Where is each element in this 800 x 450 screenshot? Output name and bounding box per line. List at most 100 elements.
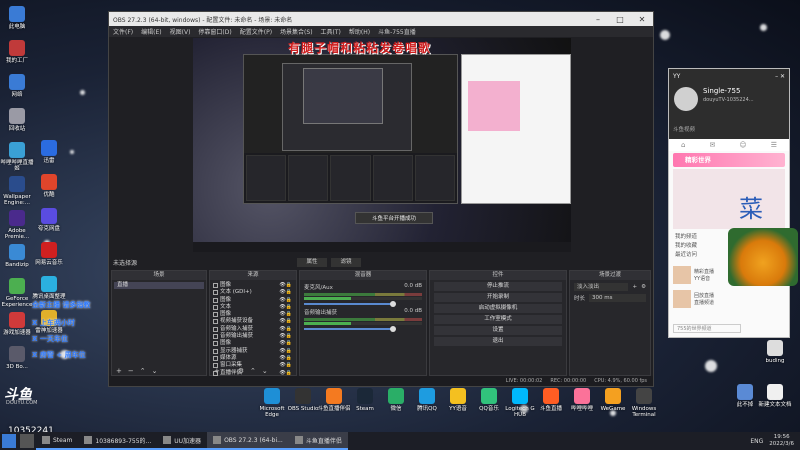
- desktop-icon[interactable]: Bandizip: [0, 244, 34, 268]
- add-icon[interactable]: +: [632, 284, 637, 290]
- down-icon[interactable]: ⌄: [152, 367, 158, 375]
- minimize-icon[interactable]: –: [587, 15, 609, 24]
- visibility-lock-icon[interactable]: 👁🔒: [279, 297, 292, 304]
- gear-icon[interactable]: ⚙: [238, 367, 244, 375]
- desktop-icon[interactable]: 斗鱼直播伴侣: [317, 388, 351, 412]
- desktop-icon[interactable]: 网易云音乐: [32, 242, 66, 266]
- volume-slider[interactable]: [304, 301, 395, 307]
- desktop-icon[interactable]: 腾讯QQ: [410, 388, 444, 412]
- desktop-icon[interactable]: Logitech G HUB: [503, 388, 537, 418]
- desktop-icon[interactable]: Wallpaper Engine:...: [0, 176, 34, 206]
- volume-slider[interactable]: [304, 326, 395, 332]
- desktop-icon[interactable]: 微信: [379, 388, 413, 412]
- remove-icon[interactable]: −: [128, 367, 134, 375]
- gear-icon[interactable]: ⚙: [641, 284, 646, 290]
- desktop-icon[interactable]: 斗鱼直播: [534, 388, 568, 412]
- taskbar-app[interactable]: UU加速器: [157, 432, 208, 450]
- douyu-search[interactable]: 斗鱼视频: [673, 125, 695, 133]
- home-icon[interactable]: ⌂: [681, 141, 685, 149]
- stop-streaming-button[interactable]: 停止推流: [434, 282, 562, 291]
- desktop-icon[interactable]: 网络: [0, 74, 34, 98]
- list-icon[interactable]: ☰: [771, 141, 777, 149]
- desktop-icon[interactable]: OBS Studio: [286, 388, 320, 412]
- douyu-entry[interactable]: 回放直播 直播频道: [673, 288, 785, 310]
- menu-item[interactable]: 编辑(E): [141, 27, 161, 36]
- desktop-icon[interactable]: Steam: [348, 388, 382, 412]
- visibility-lock-icon[interactable]: 👁🔒: [279, 348, 292, 355]
- desktop-icon[interactable]: WeGame: [596, 388, 630, 412]
- exit-button[interactable]: 退出: [434, 337, 562, 346]
- properties-button[interactable]: 属性: [297, 258, 327, 267]
- source-item[interactable]: 视频捕获设备 👁🔒: [212, 318, 294, 325]
- desktop-icon[interactable]: GeForce Experience: [0, 278, 34, 308]
- start-icon[interactable]: [2, 434, 16, 448]
- desktop-icon[interactable]: 优酷: [32, 174, 66, 198]
- desktop-icon[interactable]: 夸克网盘: [32, 208, 66, 232]
- duration-input[interactable]: 300 ms: [589, 294, 646, 302]
- taskbar-app[interactable]: 斗鱼直播伴侣: [288, 432, 348, 450]
- menu-item[interactable]: 场景集合(S): [280, 27, 313, 36]
- menu-item[interactable]: 工具(T): [321, 27, 341, 36]
- up-icon[interactable]: ⌃: [250, 367, 256, 375]
- desktop-icon[interactable]: buding: [758, 340, 792, 364]
- obs-preview[interactable]: 有腿子帽和粘粘发卷唱歌 斗鱼平台开播成功: [193, 38, 571, 252]
- desktop-icon[interactable]: 游戏加速器: [0, 312, 34, 336]
- desktop-icon[interactable]: QQ音乐: [472, 388, 506, 412]
- desktop-icon[interactable]: 哔哩哔哩: [565, 388, 599, 412]
- menu-item[interactable]: 视图(V): [170, 27, 191, 36]
- settings-button[interactable]: 设置: [434, 326, 562, 335]
- scene-item[interactable]: 直播: [114, 282, 204, 290]
- menu-item[interactable]: 斗鱼-755直播: [378, 27, 416, 36]
- obs-titlebar[interactable]: OBS 27.2.3 (64-bit, windows) - 配置文件: 未命名…: [109, 12, 653, 26]
- desktop-icon[interactable]: 腾讯桌面整理: [32, 276, 66, 300]
- taskbar-app[interactable]: OBS 27.2.3 (64-bi...: [207, 432, 289, 450]
- taskbar-app[interactable]: Steam: [36, 432, 79, 450]
- virtual-camera-button[interactable]: 启动虚拟摄像机: [434, 304, 562, 313]
- menu-item[interactable]: 停靠窗口(D): [198, 27, 231, 36]
- add-icon[interactable]: +: [116, 367, 122, 375]
- source-item[interactable]: 图像 👁🔒: [212, 340, 294, 347]
- search-icon[interactable]: [20, 434, 34, 448]
- source-item[interactable]: 文本 (GDI+) 👁🔒: [212, 289, 294, 296]
- maximize-icon[interactable]: □: [609, 15, 631, 24]
- visibility-lock-icon[interactable]: 👁🔒: [279, 318, 292, 325]
- desktop-icon[interactable]: Windows Terminal: [627, 388, 661, 418]
- remove-icon[interactable]: −: [226, 367, 232, 375]
- desktop-icon[interactable]: 我的工厂: [0, 40, 34, 64]
- visibility-lock-icon[interactable]: 👁🔒: [279, 326, 292, 333]
- source-item[interactable]: 音频输入捕获 👁🔒: [212, 326, 294, 333]
- douyu-input[interactable]: 755的世界频道: [673, 324, 741, 333]
- menu-item[interactable]: 文件(F): [113, 27, 133, 36]
- up-icon[interactable]: ⌃: [140, 367, 146, 375]
- user-icon[interactable]: ☺: [739, 141, 746, 149]
- visibility-lock-icon[interactable]: 👁🔒: [279, 340, 292, 347]
- douyu-banner[interactable]: 精彩世界: [673, 153, 785, 167]
- close-icon[interactable]: ✕: [631, 15, 653, 24]
- window-controls[interactable]: – ✕: [775, 73, 785, 80]
- desktop-icon[interactable]: 此不掉: [728, 384, 762, 408]
- desktop-icon[interactable]: Adobe Premie...: [0, 210, 34, 240]
- chat-icon[interactable]: ✉: [709, 141, 715, 149]
- clock[interactable]: 19:56 2022/3/6: [769, 434, 794, 448]
- filters-button[interactable]: 滤镜: [331, 258, 361, 267]
- taskbar-app[interactable]: 10386893-755的...: [78, 432, 158, 450]
- desktop-icon[interactable]: Microsoft Edge: [255, 388, 289, 418]
- add-icon[interactable]: +: [214, 367, 220, 375]
- desktop-icon[interactable]: 迅雷: [32, 140, 66, 164]
- source-item[interactable]: 图像 👁🔒: [212, 297, 294, 304]
- avatar[interactable]: [674, 87, 698, 111]
- desktop-icon[interactable]: 哔哩哔哩直播姬: [0, 142, 34, 172]
- transition-select[interactable]: 淡入淡出: [574, 283, 629, 291]
- desktop-icon[interactable]: YY语音: [441, 388, 475, 412]
- desktop-icon[interactable]: 新建文本文档: [758, 384, 792, 408]
- desktop-icon[interactable]: 此电脑: [0, 6, 34, 30]
- start-recording-button[interactable]: 开始录制: [434, 293, 562, 302]
- visibility-lock-icon[interactable]: 👁🔒: [279, 289, 292, 296]
- language-indicator[interactable]: ENG: [750, 438, 763, 445]
- studio-mode-button[interactable]: 工作室模式: [434, 315, 562, 324]
- menu-item[interactable]: 配置文件(P): [240, 27, 272, 36]
- source-item[interactable]: 显示器捕获 👁🔒: [212, 348, 294, 355]
- down-icon[interactable]: ⌄: [262, 367, 268, 375]
- desktop-icon[interactable]: 3D Bo...: [0, 346, 34, 370]
- desktop-icon[interactable]: 回收站: [0, 108, 34, 132]
